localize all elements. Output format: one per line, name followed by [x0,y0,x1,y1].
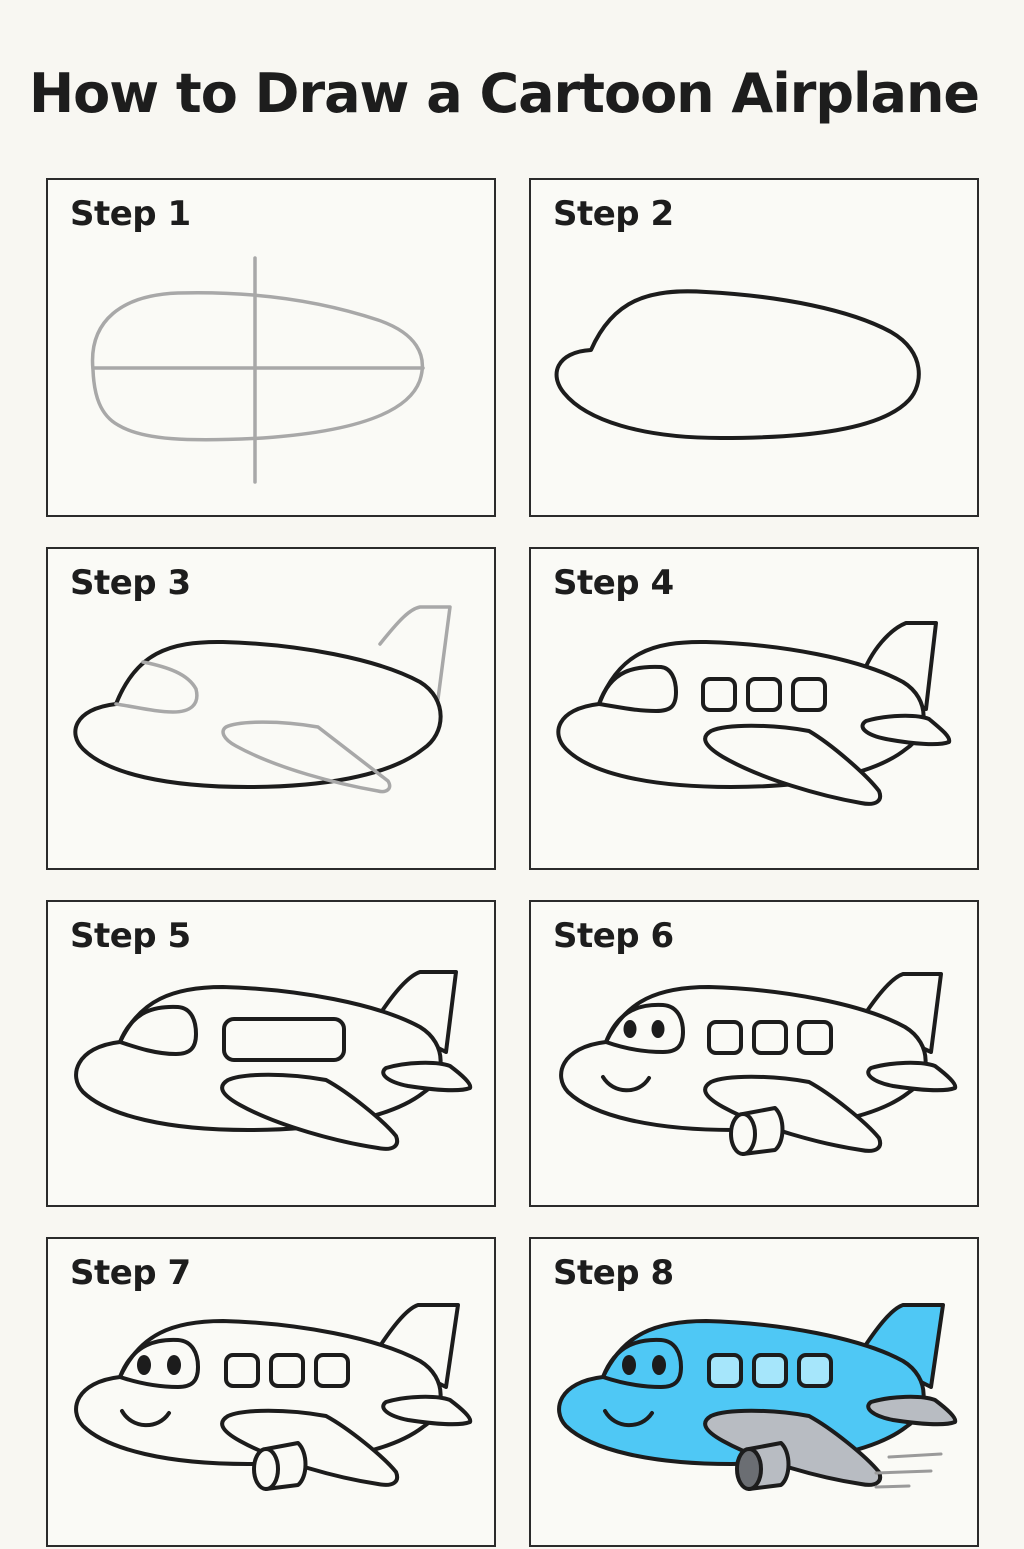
step-7-drawing [74,1303,473,1491]
step-3-drawing [73,605,452,794]
step-8-panel: Step 8 [529,1237,979,1547]
step-4-panel: Step 4 [529,547,979,870]
step-1-drawing [90,256,425,484]
step-3-panel: Step 3 [46,547,496,870]
step-6-panel: Step 6 [529,900,979,1207]
step-4-drawing [556,621,952,806]
step-1-panel: Step 1 [46,178,496,517]
step-7-panel: Step 7 [46,1237,496,1547]
step-2-drawing [554,289,921,440]
step-8-drawing [557,1303,958,1491]
step-6-drawing [559,972,958,1156]
step-5-drawing [74,970,473,1151]
page-title: How to Draw a Cartoon Airplane [28,62,980,125]
step-2-panel: Step 2 [529,178,979,517]
step-5-panel: Step 5 [46,900,496,1207]
